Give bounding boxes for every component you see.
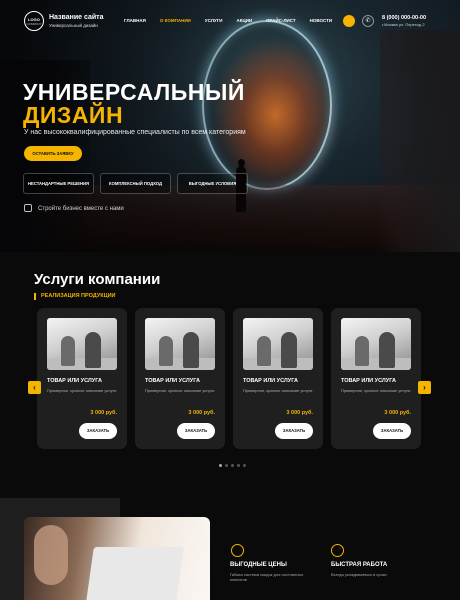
advantage-title: БЫСТРАЯ РАБОТА <box>331 562 388 568</box>
service-price: 3 000 руб. <box>90 410 117 416</box>
service-card[interactable]: ТОВАР ИЛИ УСЛУГА Примерное, краткое опис… <box>331 308 421 449</box>
feature-nonstandard: НЕСТАНДАРТНЫЕ РЕШЕНИЯ <box>23 173 94 194</box>
tab-marker <box>34 293 36 300</box>
nav-services[interactable]: УСЛУГИ <box>205 18 223 23</box>
advantage-desc: Гибкая система скидок для постоянных кли… <box>230 572 304 582</box>
hero-title-line1: УНИВЕРСАЛЬНЫЙ <box>23 79 245 105</box>
chevron-left-icon[interactable]: ‹ <box>28 381 41 394</box>
service-price: 3 000 руб. <box>188 410 215 416</box>
service-name: ТОВАР ИЛИ УСЛУГА <box>47 378 102 384</box>
service-price: 3 000 руб. <box>384 410 411 416</box>
phone-icon[interactable]: ✆ <box>362 15 374 27</box>
carousel-dots <box>219 464 246 467</box>
header: LOGO COMPANY Название сайта Универсальны… <box>0 0 460 40</box>
advantage-title: ВЫГОДНЫЕ ЦЕНЫ <box>230 562 287 568</box>
phone-number[interactable]: 8 (000) 000-00-00 <box>382 15 426 21</box>
hero-subtitle: У нас высококвалифицированные специалист… <box>24 129 246 136</box>
service-photo <box>145 318 215 370</box>
service-card[interactable]: ТОВАР ИЛИ УСЛУГА Примерное, краткое опис… <box>135 308 225 449</box>
nav-home[interactable]: ГЛАВНАЯ <box>124 18 146 23</box>
service-name: ТОВАР ИЛИ УСЛУГА <box>341 378 396 384</box>
carousel-dot[interactable] <box>219 464 222 467</box>
order-button[interactable]: ЗАКАЗАТЬ <box>79 423 117 439</box>
nav-news[interactable]: НОВОСТИ <box>310 18 333 23</box>
logo[interactable]: LOGO COMPANY <box>24 11 44 31</box>
service-photo <box>341 318 411 370</box>
about-photo <box>24 517 210 600</box>
service-desc: Примерное, краткое описание услуги <box>47 388 117 393</box>
service-desc: Примерное, краткое описание услуги <box>145 388 215 393</box>
service-photo <box>243 318 313 370</box>
feature-conditions: ВЫГОДНЫЕ УСЛОВИЯ <box>177 173 248 194</box>
nav-about[interactable]: О КОМПАНИИ <box>160 18 191 23</box>
carousel-dot[interactable] <box>237 464 240 467</box>
order-button[interactable]: ЗАКАЗАТЬ <box>177 423 215 439</box>
logo-sub: COMPANY <box>26 22 42 26</box>
hero-title-line2: ДИЗАЙН <box>23 102 124 128</box>
order-button[interactable]: ЗАКАЗАТЬ <box>275 423 313 439</box>
cta-button[interactable]: ОСТАВИТЬ ЗАЯВКУ <box>24 146 82 161</box>
main-nav: ГЛАВНАЯ О КОМПАНИИ УСЛУГИ АКЦИИ ПРАЙС-ЛИ… <box>124 18 332 23</box>
feature-complex: КОМПЛЕКСНЫЙ ПОДХОД <box>100 173 171 194</box>
service-card[interactable]: ТОВАР ИЛИ УСЛУГА Примерное, краткое опис… <box>37 308 127 449</box>
service-name: ТОВАР ИЛИ УСЛУГА <box>145 378 200 384</box>
callback-icon[interactable] <box>343 15 355 27</box>
service-card[interactable]: ТОВАР ИЛИ УСЛУГА Примерное, краткое опис… <box>233 308 323 449</box>
site-subtitle: Универсальный дизайн <box>49 23 98 28</box>
carousel-dot[interactable] <box>225 464 228 467</box>
tab-products[interactable]: РЕАЛИЗАЦИЯ ПРОДУКЦИИ <box>41 293 116 299</box>
service-photo <box>47 318 117 370</box>
site-name: Название сайта <box>49 14 104 21</box>
service-desc: Примерное, краткое описание услуги <box>341 388 411 393</box>
hero-tagline: Стройте бизнес вместе с нами <box>38 206 124 212</box>
service-desc: Примерное, краткое описание услуги <box>243 388 313 393</box>
carousel-dot[interactable] <box>243 464 246 467</box>
service-name: ТОВАР ИЛИ УСЛУГА <box>243 378 298 384</box>
handshake-icon <box>24 204 32 212</box>
nav-pricelist[interactable]: ПРАЙС-ЛИСТ <box>266 18 295 23</box>
chevron-right-icon[interactable]: › <box>418 381 431 394</box>
carousel-dot[interactable] <box>231 464 234 467</box>
address: г.Москва ул. Переход 2 <box>382 22 425 27</box>
order-button[interactable]: ЗАКАЗАТЬ <box>373 423 411 439</box>
money-icon <box>231 544 244 557</box>
speed-icon <box>331 544 344 557</box>
nav-promos[interactable]: АКЦИИ <box>236 18 252 23</box>
service-price: 3 000 руб. <box>286 410 313 416</box>
services-title: Услуги компании <box>34 271 161 288</box>
advantage-desc: Всегда укладываемся в сроки <box>331 572 387 577</box>
